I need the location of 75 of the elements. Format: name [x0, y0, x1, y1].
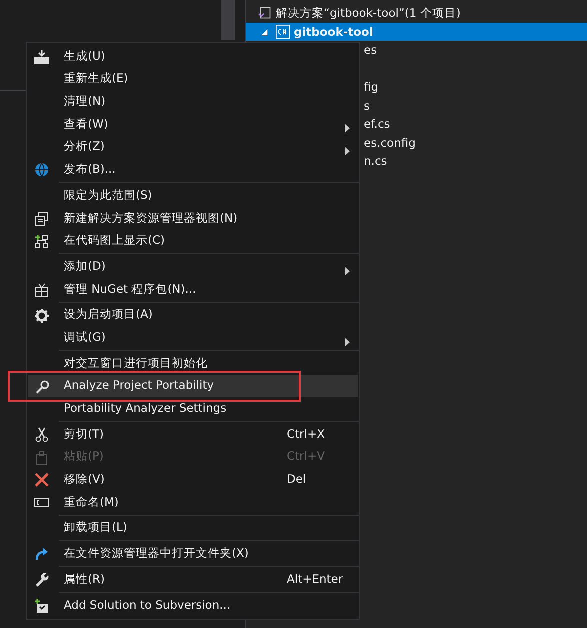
menu-item-label: 发布(B)...: [64, 161, 116, 178]
menu-item-label: 移除(V): [64, 471, 105, 488]
redo-arrow-icon: [34, 546, 50, 562]
menu-item[interactable]: 调试(G): [27, 326, 359, 349]
menu-item-label: 粘贴(P): [64, 448, 104, 466]
menu-item-label: 重命名(M): [64, 494, 119, 511]
menu-item-label: 管理 NuGet 程序包(N)...: [64, 280, 196, 298]
menu-item[interactable]: Analyze Project Portability: [28, 374, 358, 398]
tree-item[interactable]: 解决方案“gitbook-tool”(1 个项目): [246, 4, 587, 22]
menu-item-label: 限定为此范围(S): [64, 186, 152, 204]
package-icon: [34, 282, 50, 298]
menu-item[interactable]: 卸载项目(L): [27, 516, 359, 540]
clipboard-icon: [34, 450, 50, 466]
submenu-arrow-icon: [345, 147, 350, 156]
gear-icon: [34, 308, 50, 324]
shortcut-label: Ctrl+X: [287, 426, 325, 443]
menu-item-label: Portability Analyzer Settings: [64, 400, 227, 418]
menu-item-label: 清理(N): [64, 93, 106, 110]
menu-item[interactable]: 在文件资源管理器中打开文件夹(X): [27, 542, 359, 566]
submenu-arrow-icon: [345, 124, 350, 134]
menu-item[interactable]: 新建解决方案资源管理器视图(N): [27, 206, 359, 230]
menu-item-label: 卸载项目(L): [64, 519, 128, 536]
shortcut-label: Alt+Enter: [287, 570, 344, 588]
menu-item-label: 生成(U): [64, 48, 106, 65]
menu-item-label: 重新生成(E): [64, 70, 128, 88]
menu-item[interactable]: 对交互窗口进行项目初始化: [27, 352, 359, 375]
menu-item-label: 新建解决方案资源管理器视图(N): [64, 210, 238, 227]
submenu-arrow-icon: [345, 266, 350, 276]
menu-item[interactable]: Portability Analyzer Settings: [27, 397, 359, 420]
build-icon: [34, 49, 50, 65]
close-icon: [34, 472, 50, 488]
menu-item[interactable]: 管理 NuGet 程序包(N)...: [27, 278, 359, 301]
menu-item[interactable]: 移除(V) Del: [27, 468, 359, 492]
scissors-icon: [34, 427, 50, 443]
menu-item-label: 调试(G): [64, 328, 106, 346]
menu-item-label: 分析(Z): [64, 138, 105, 156]
window-stack-icon: [34, 210, 50, 227]
menu-item[interactable]: Add Solution to Subversion...: [27, 594, 359, 616]
solution-icon: [258, 6, 272, 20]
menu-item[interactable]: 发布(B)...: [27, 158, 359, 182]
menu-item-label: 剪切(T): [64, 426, 104, 443]
menu-item[interactable]: 分析(Z): [27, 136, 359, 158]
menu-item[interactable]: 重新生成(E): [27, 68, 359, 90]
submenu-arrow-icon: [345, 338, 350, 347]
shortcut-label: Ctrl+V: [287, 448, 325, 466]
menu-item[interactable]: 生成(U): [27, 45, 359, 68]
shortcut-label: Del: [287, 471, 306, 488]
menu-item[interactable]: 清理(N): [27, 90, 359, 114]
code-map-icon: [34, 234, 50, 250]
tree-item-label: gitbook-tool: [294, 24, 374, 40]
menu-item[interactable]: 添加(D): [27, 255, 359, 278]
menu-item[interactable]: 设为启动项目(A): [27, 304, 359, 326]
menu-item-label: 添加(D): [64, 258, 106, 275]
add-to-repository-icon: [34, 598, 50, 614]
menu-item-label: Analyze Project Portability: [64, 377, 214, 394]
menu-item[interactable]: 属性(R) Alt+Enter: [27, 568, 359, 591]
globe-icon: [34, 162, 50, 178]
menu-item[interactable]: 限定为此范围(S): [27, 184, 359, 207]
scrollbar-thumb[interactable]: [221, 0, 235, 40]
menu-item-label: 查看(W): [64, 116, 108, 133]
tree-item-label: 解决方案“gitbook-tool”(1 个项目): [276, 5, 461, 22]
menu-item[interactable]: 重命名(M): [27, 491, 359, 514]
wrench-icon: [34, 572, 50, 588]
menu-item-label: 在代码图上显示(C): [64, 232, 166, 250]
search-icon: [35, 378, 51, 395]
menu-item-label: 设为启动项目(A): [64, 306, 153, 324]
menu-item[interactable]: 剪切(T) Ctrl+X: [27, 423, 359, 446]
tree-item[interactable]: gitbook-tool: [246, 22, 587, 41]
menu-item-label: 在文件资源管理器中打开文件夹(X): [64, 545, 249, 562]
menu-item-label: Add Solution to Subversion...: [64, 596, 231, 614]
menu-item[interactable]: 查看(W): [27, 113, 359, 136]
menu-item[interactable]: 在代码图上显示(C): [27, 230, 359, 252]
menu-item-label: 属性(R): [64, 570, 105, 588]
csharp-project-icon: [276, 24, 290, 39]
menu-item-label: 对交互窗口进行项目初始化: [64, 354, 208, 372]
